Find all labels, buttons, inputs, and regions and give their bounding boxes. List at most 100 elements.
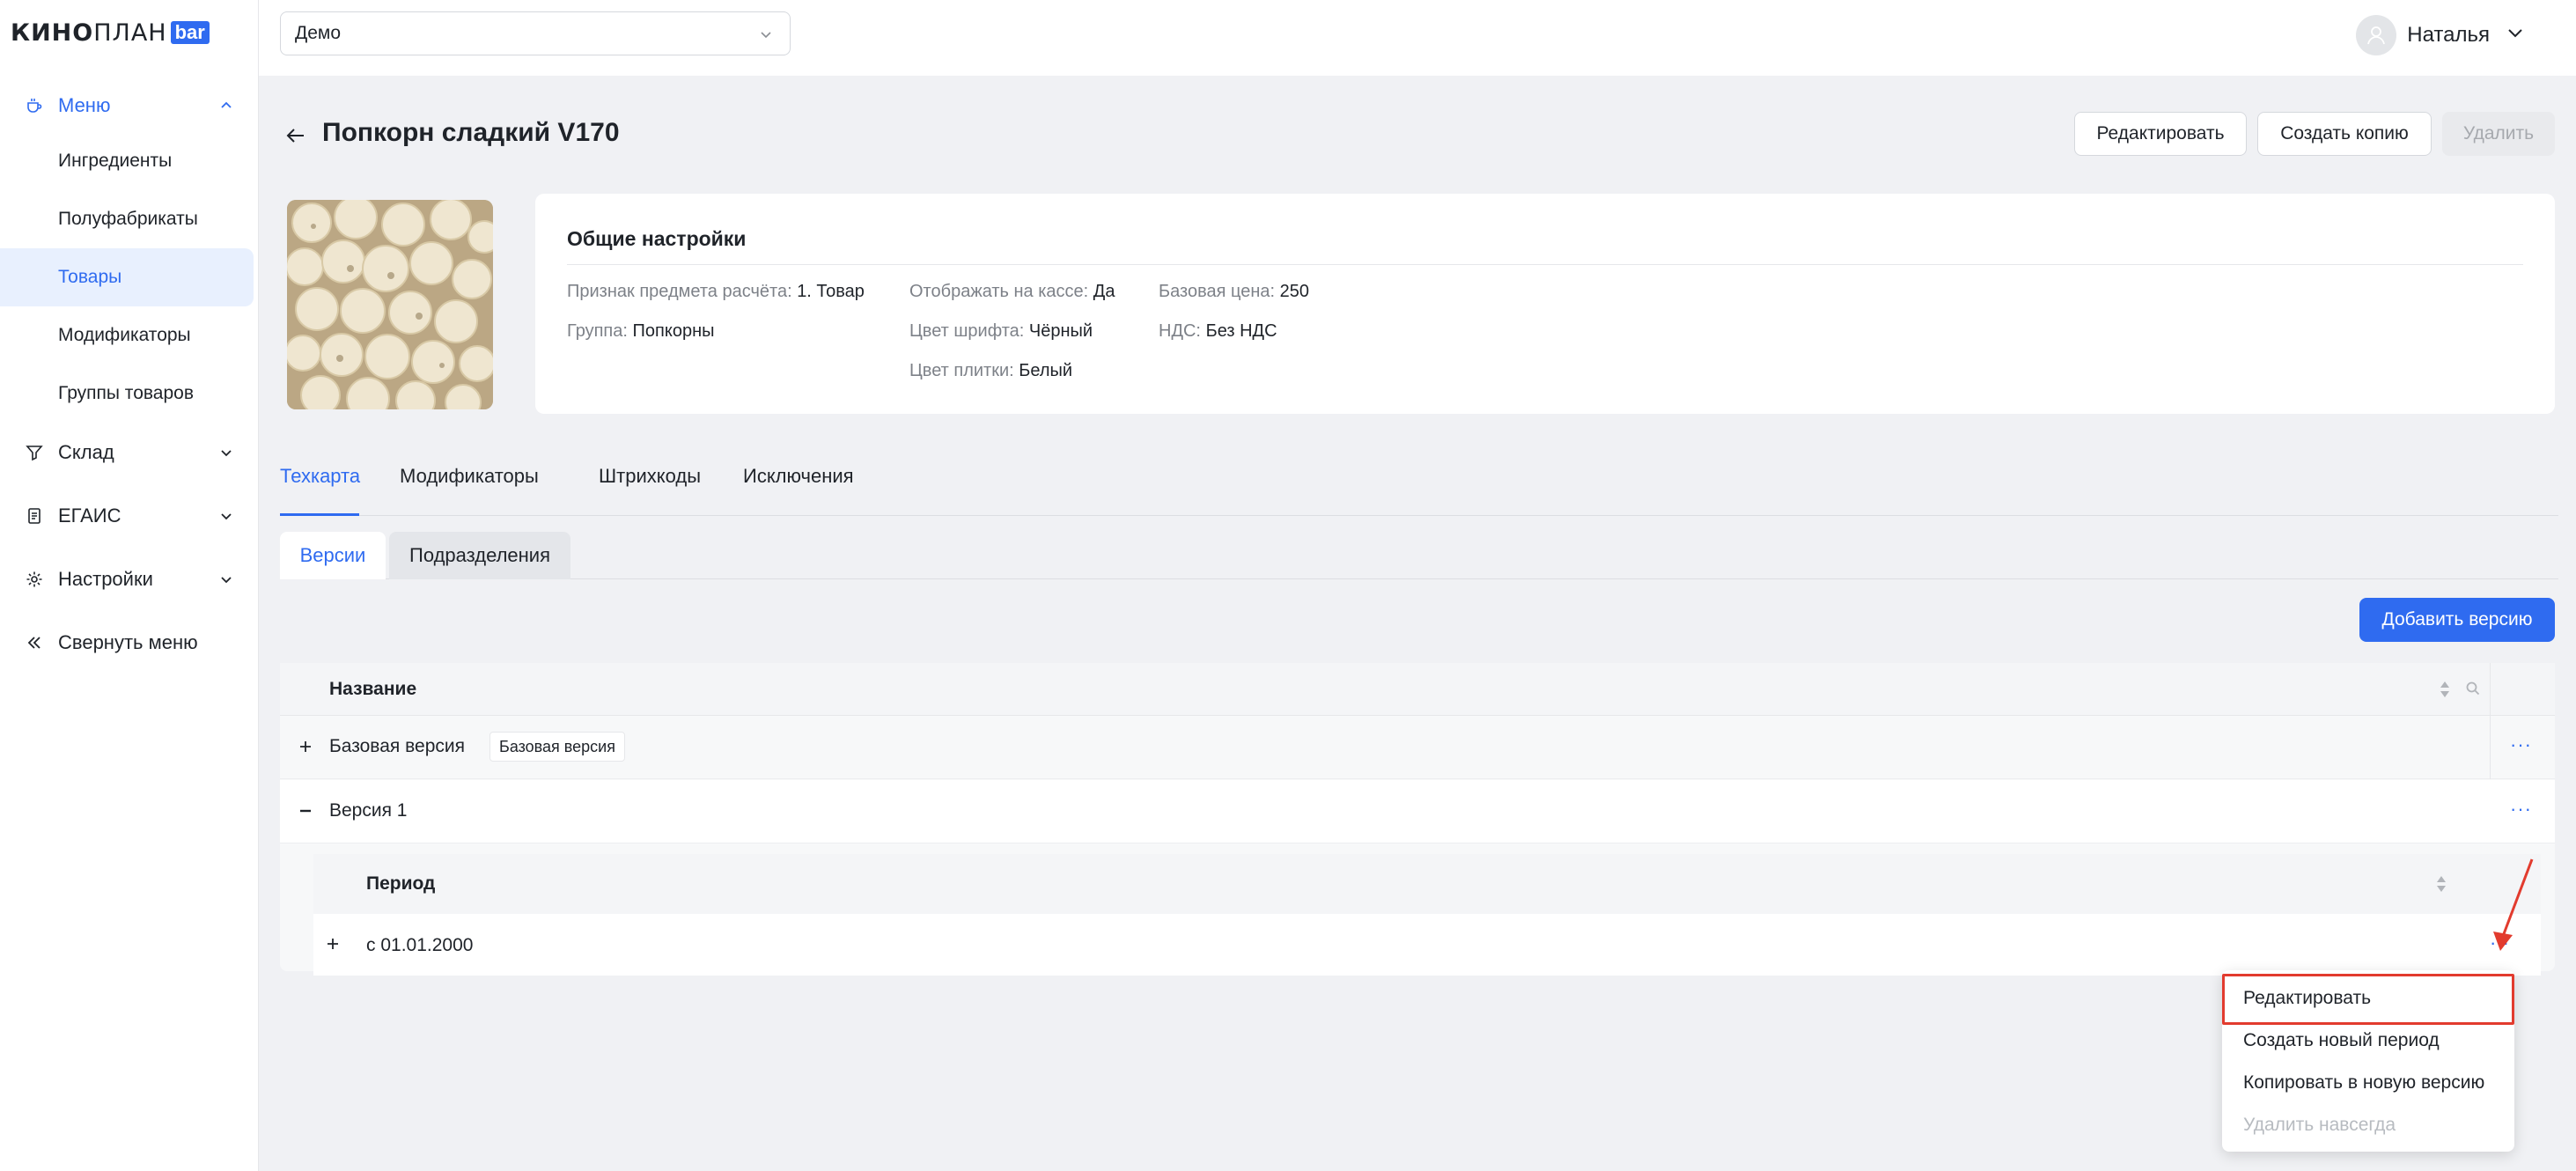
payment-attribute-label: Признак предмета расчёта: [567,282,792,301]
tab-exclusions[interactable]: Исключения [743,463,854,516]
sidebar-item-semi-finished[interactable]: Полуфабрикаты [0,190,259,248]
general-settings-title: Общие настройки [567,227,747,250]
base-price-property: Базовая цена: 250 [1159,282,1309,302]
user-name: Наталья [2407,23,2490,47]
chevron-down-icon [218,508,234,524]
sidebar-collapse-label: Свернуть меню [58,631,198,653]
product-tabs: Техкарта Модификаторы Штрихкоды Исключен… [280,463,2558,516]
vat-property: НДС: Без НДС [1159,321,1277,342]
divider [567,264,2523,265]
chevron-down-icon [218,445,234,460]
tile-color-value: Белый [1019,361,1073,380]
sidebar-section-label: ЕГАИС [58,504,121,527]
add-version-button[interactable]: Добавить версию [2359,598,2555,642]
table-row[interactable]: с 01.01.2000 ··· [313,914,2541,976]
tile-color-label: Цвет плитки: [909,361,1014,380]
font-color-value: Чёрный [1028,321,1093,341]
table-header: Название [280,663,2555,716]
base-version-badge: Базовая версия [489,732,625,762]
subtab-versions[interactable]: Версии [280,532,386,579]
annotation-arrow-icon [2493,858,2534,951]
tab-techcard[interactable]: Техкарта [280,463,360,516]
sidebar-collapse[interactable]: Свернуть меню [0,616,259,669]
techcard-subtabs: Версии Подразделения [280,532,2558,579]
funnel-icon [25,443,44,462]
table-row[interactable]: Базовая версия Базовая версия ··· [280,716,2555,779]
topbar: Демо Наталья [259,0,2576,76]
sidebar-item-modifiers[interactable]: Модификаторы [0,306,259,365]
show-on-cashier-label: Отображать на кассе: [909,282,1089,301]
expand-plus-icon[interactable] [326,935,340,956]
edit-button[interactable]: Редактировать [2074,112,2247,156]
sidebar: КИНОПЛАН bar Меню Ингредиенты Полуфабрик… [0,0,259,1171]
sidebar-item-product-groups[interactable]: Группы товаров [0,365,259,423]
sort-icon[interactable] [2439,679,2451,705]
chevron-down-icon [2506,23,2525,48]
double-chevron-left-icon [25,633,44,652]
sidebar-section-settings[interactable]: Настройки [0,553,259,606]
base-price-label: Базовая цена: [1159,282,1276,301]
chevron-down-icon [218,571,234,587]
app-logo[interactable]: КИНОПЛАН bar [11,18,210,47]
base-price-value: 250 [1279,282,1310,301]
sidebar-section-egais[interactable]: ЕГАИС [0,490,259,542]
logo-bold-text: КИНО [11,18,94,47]
sidebar-section-label: Меню [58,94,111,116]
organization-select-value: Демо [295,23,342,43]
row-actions-button[interactable]: ··· [2510,733,2532,756]
search-icon[interactable] [2465,681,2481,702]
version-name: Версия 1 [329,800,408,821]
menu-item-copy-to-new-version[interactable]: Копировать в новую версию [2222,1062,2514,1104]
coffee-cup-icon [25,96,44,115]
subtab-departments[interactable]: Подразделения [389,532,570,579]
chevron-down-icon [758,26,774,48]
avatar [2356,15,2397,55]
sort-icon[interactable] [2435,873,2447,900]
vat-value: Без НДС [1205,321,1277,341]
collapse-minus-icon[interactable] [294,799,317,822]
vat-label: НДС: [1159,321,1201,341]
create-copy-button[interactable]: Создать копию [2257,112,2432,156]
chevron-up-icon [218,98,234,114]
gear-icon [25,570,44,589]
column-divider [2490,663,2491,716]
periods-table-header: Период [313,854,2541,914]
group-value: Попкорны [632,321,715,341]
menu-item-delete-forever[interactable]: Удалить навсегда [2222,1104,2514,1146]
show-on-cashier-value: Да [1093,282,1115,301]
column-divider [2490,716,2491,779]
logo-thin-text: ПЛАН [93,18,167,47]
font-color-property: Цвет шрифта: Чёрный [909,321,1093,342]
highlight-box [2222,974,2514,1025]
sidebar-section-warehouse[interactable]: Склад [0,426,259,479]
group-label: Группа: [567,321,628,341]
tile-color-property: Цвет плитки: Белый [909,361,1072,381]
column-header-name: Название [329,679,417,699]
payment-attribute-value: 1. Товар [797,282,865,301]
sidebar-section-label: Склад [58,441,114,463]
page-title: Попкорн сладкий V170 [322,118,620,147]
show-on-cashier-property: Отображать на кассе: Да [909,282,1115,302]
organization-select[interactable]: Демо [280,11,791,55]
sidebar-nav: Меню Ингредиенты Полуфабрикаты Товары Мо… [0,79,259,669]
product-image [287,200,493,409]
user-menu[interactable]: Наталья [2356,15,2525,55]
logo-badge: bar [170,21,210,44]
back-arrow-icon[interactable] [282,122,310,150]
tab-barcodes[interactable]: Штрихкоды [599,463,701,516]
sidebar-section-menu[interactable]: Меню [0,79,259,132]
group-property: Группа: Попкорны [567,321,714,342]
sidebar-item-products[interactable]: Товары [0,248,254,306]
expand-plus-icon[interactable] [294,735,317,758]
menu-item-create-period[interactable]: Создать новый период [2222,1020,2514,1062]
version-name: Базовая версия [329,736,465,756]
tab-modifiers[interactable]: Модификаторы [400,463,539,516]
period-name: с 01.01.2000 [366,935,474,955]
sidebar-item-ingredients[interactable]: Ингредиенты [0,132,259,190]
table-row[interactable]: Версия 1 ··· [280,780,2555,843]
general-settings-card: Общие настройки Признак предмета расчёта… [535,194,2555,414]
document-icon [25,506,44,526]
row-actions-button[interactable]: ··· [2510,798,2532,821]
delete-button[interactable]: Удалить [2442,112,2555,156]
column-header-period: Период [366,873,436,894]
